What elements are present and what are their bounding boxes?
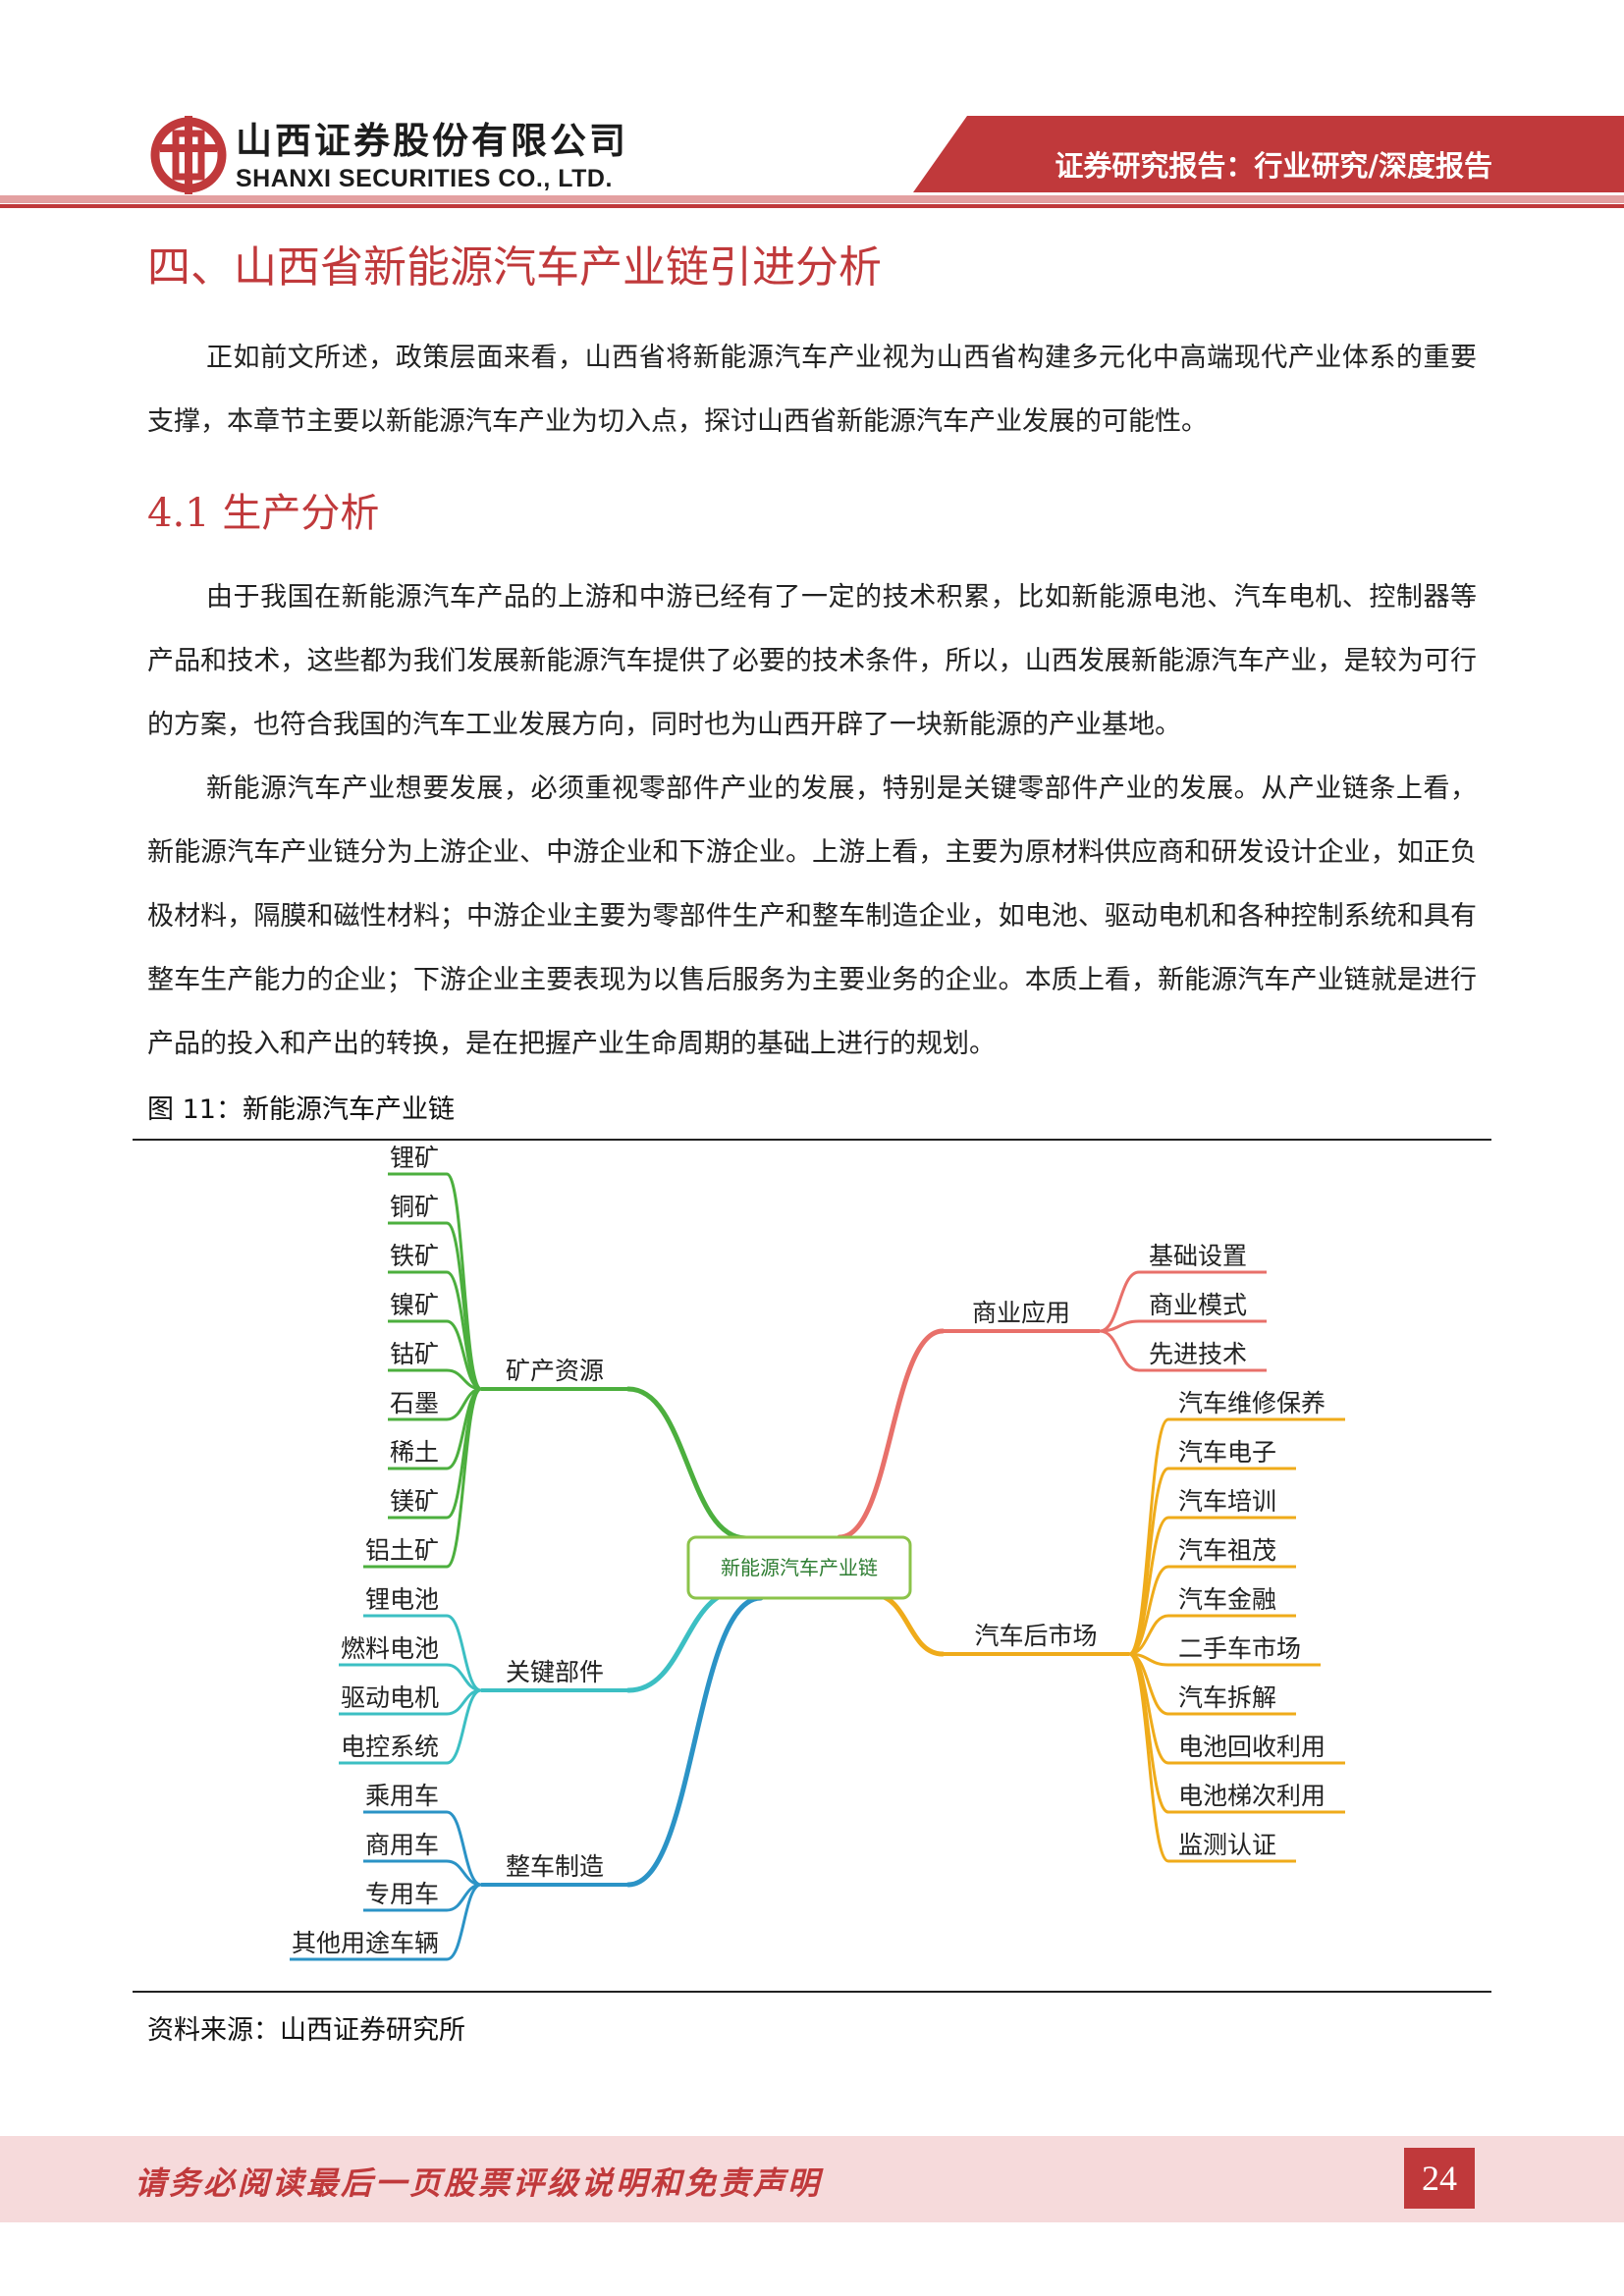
mindmap-branch-label: 汽车后市场 — [974, 1622, 1097, 1650]
mindmap-trunk-0 — [625, 1386, 749, 1541]
mindmap-leaf: 监测认证 — [1178, 1831, 1276, 1859]
mindmap-leaf: 铝土矿 — [365, 1536, 439, 1565]
figure-bottom-rule — [133, 1991, 1491, 1993]
mindmap-trunk-4 — [871, 1592, 946, 1657]
mindmap-leaf: 钴矿 — [390, 1340, 439, 1368]
mindmap-nodes: 新能源汽车产业链 矿产资源 锂矿铜矿铁矿镍矿钴矿石墨稀土镁矿铝土矿关键部件 锂电池燃料… — [292, 1144, 1326, 1957]
mindmap-leaf: 二手车市场 — [1178, 1634, 1301, 1663]
mindmap-leaf-link — [1098, 1319, 1141, 1333]
mindmap-branch-label: 矿产资源 — [506, 1357, 604, 1385]
mindmap-leaf: 商用车 — [365, 1831, 439, 1859]
mindmap-leaf: 基础设置 — [1149, 1242, 1247, 1270]
mindmap-leaf-link — [1127, 1652, 1170, 1814]
mindmap-leaf-link — [1098, 1329, 1141, 1372]
figure-source: 资料来源：山西证券研究所 — [147, 2015, 465, 2046]
mindmap-trunk-3 — [837, 1328, 946, 1540]
mindmap-branch-label: 关键部件 — [506, 1658, 604, 1686]
mindmap-leaf-link — [445, 1387, 483, 1569]
mindmap-leaf: 镍矿 — [390, 1291, 439, 1319]
mindmap-branch-label: 整车制造 — [506, 1852, 604, 1881]
mindmap-leaf: 汽车培训 — [1178, 1487, 1276, 1516]
mindmap-center-label: 新能源汽车产业链 — [721, 1556, 878, 1579]
mindmap-leaf: 锂矿 — [390, 1144, 439, 1172]
mindmap-leaf: 汽车拆解 — [1178, 1683, 1276, 1712]
mindmap-leaf: 汽车金融 — [1178, 1585, 1276, 1614]
mindmap-leaf-link — [445, 1221, 483, 1391]
page-number: 24 — [1404, 2148, 1475, 2209]
mindmap-leaf: 铜矿 — [390, 1193, 439, 1221]
mindmap-leaf: 电池回收利用 — [1178, 1733, 1326, 1761]
mindmap-leaf: 汽车祖茂 — [1178, 1536, 1276, 1565]
mindmap-branch-label: 商业应用 — [972, 1299, 1070, 1327]
footer-disclaimer: 请务必阅读最后一页股票评级说明和免责声明 — [135, 2164, 823, 2202]
mindmap-leaf-link — [1127, 1467, 1170, 1656]
mindmap-leaf: 电池梯次利用 — [1178, 1782, 1326, 1810]
mindmap-leaf: 铁矿 — [390, 1242, 439, 1270]
mindmap-leaf: 汽车维修保养 — [1178, 1389, 1326, 1417]
mindmap-leaf: 其他用途车辆 — [292, 1929, 439, 1957]
mindmap-leaf: 锂电池 — [365, 1585, 439, 1614]
mindmap-leaf: 稀土 — [390, 1438, 439, 1467]
mindmap-diagram: 新能源汽车产业链 矿产资源 锂矿铜矿铁矿镍矿钴矿石墨稀土镁矿铝土矿关键部件 锂电池燃料… — [290, 1144, 1345, 1961]
mindmap-leaf: 专用车 — [365, 1880, 439, 1908]
mindmap-leaf: 镁矿 — [390, 1487, 439, 1516]
mindmap-leaf: 汽车电子 — [1178, 1438, 1276, 1467]
mindmap-leaf: 燃料电池 — [341, 1634, 439, 1663]
mindmap-leaf: 石墨 — [390, 1389, 439, 1417]
mindmap-leaf-link — [1127, 1417, 1170, 1656]
mindmap-leaf: 先进技术 — [1149, 1340, 1247, 1368]
mindmap-leaf: 电控系统 — [341, 1733, 439, 1761]
mindmap-trunk-2 — [625, 1595, 764, 1888]
mindmap-leaf: 驱动电机 — [341, 1683, 439, 1712]
mindmap-leaf: 商业模式 — [1149, 1291, 1247, 1319]
mindmap-leaf: 乘用车 — [365, 1782, 439, 1810]
mindmap-leaf-link — [445, 1387, 483, 1520]
